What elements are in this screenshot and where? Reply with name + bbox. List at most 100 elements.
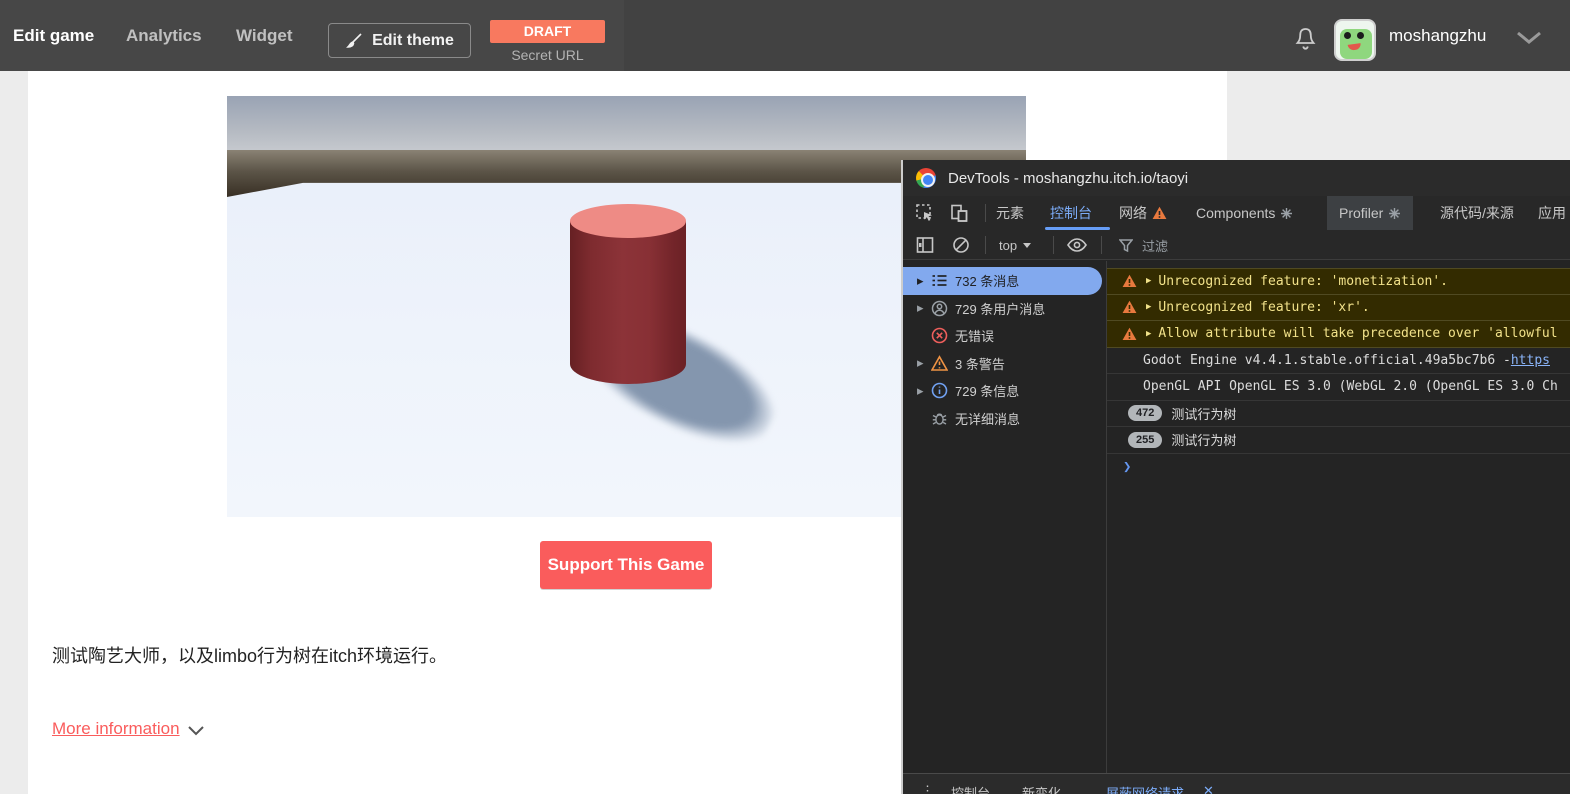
sidebar-item-all-messages[interactable]: ▸ 732 条消息 bbox=[903, 267, 1102, 295]
sidebar-label: 3 条警告 bbox=[955, 354, 1005, 373]
cylinder-body bbox=[570, 220, 686, 384]
devtools-title: DevTools - moshangzhu.itch.io/taoyi bbox=[948, 170, 1188, 187]
console-log-row[interactable]: Godot Engine v4.4.1.stable.official.49a5… bbox=[1107, 348, 1570, 375]
console-counted-row[interactable]: 472 测试行为树 bbox=[1107, 401, 1570, 428]
prompt-chevron-icon: ❯ bbox=[1123, 459, 1131, 475]
toggle-sidebar-icon[interactable] bbox=[915, 235, 935, 255]
tab-sources[interactable]: 源代码/来源 bbox=[1440, 196, 1514, 230]
draft-section: DRAFT Secret URL bbox=[490, 20, 605, 63]
expand-arrow-icon[interactable]: ▸ bbox=[917, 355, 931, 371]
tab-application[interactable]: 应用 bbox=[1538, 196, 1566, 230]
repeat-count-badge: 472 bbox=[1128, 405, 1162, 421]
tab-label: 应用 bbox=[1538, 203, 1566, 223]
log-text: Godot Engine v4.4.1.stable.official.49a5… bbox=[1143, 353, 1511, 368]
list-icon bbox=[931, 272, 948, 289]
console-warning-row[interactable]: ▶ Unrecognized feature: 'xr'. bbox=[1107, 295, 1570, 322]
devtools-tabbar: 元素 控制台 网络 Components bbox=[903, 196, 1570, 230]
user-chevron-down-icon[interactable] bbox=[1516, 31, 1542, 45]
console-warning-row[interactable]: ▶ Allow attribute will take precedence o… bbox=[1107, 321, 1570, 348]
extension-gear-icon bbox=[1280, 207, 1293, 220]
expand-arrow-icon[interactable]: ▶ bbox=[1146, 276, 1151, 286]
sidebar-label: 无错误 bbox=[955, 326, 994, 345]
log-text: 测试行为树 bbox=[1171, 430, 1236, 449]
tab-label: Components bbox=[1196, 205, 1275, 221]
context-label: top bbox=[999, 238, 1017, 253]
username-menu[interactable]: moshangzhu bbox=[1389, 0, 1486, 71]
expand-arrow-icon[interactable]: ▶ bbox=[1146, 302, 1151, 312]
warning-text: Unrecognized feature: 'monetization'. bbox=[1158, 274, 1448, 289]
sidebar-item-verbose[interactable]: 无详细消息 bbox=[903, 405, 1106, 433]
tab-label: 源代码/来源 bbox=[1440, 203, 1514, 223]
notifications-bell-icon[interactable] bbox=[1293, 26, 1318, 54]
more-information-link[interactable]: More information bbox=[52, 719, 180, 739]
drawer-tab-network-blocking[interactable]: 屏蔽网络请求 bbox=[1106, 783, 1184, 794]
support-this-game-button[interactable]: Support This Game bbox=[540, 541, 712, 589]
clear-console-icon[interactable] bbox=[951, 235, 971, 255]
sidebar-item-user-messages[interactable]: ▸ 729 条用户消息 bbox=[903, 295, 1106, 323]
nav-edit-game[interactable]: Edit game bbox=[13, 0, 94, 71]
console-filter-input[interactable]: 过滤 bbox=[1119, 230, 1549, 260]
edit-theme-label: Edit theme bbox=[372, 32, 454, 50]
chrome-icon bbox=[916, 168, 936, 188]
warning-text: Allow attribute will take precedence ove… bbox=[1158, 326, 1557, 341]
extension-gear-icon bbox=[1388, 207, 1401, 220]
sidebar-label: 无详细消息 bbox=[955, 409, 1020, 428]
log-link[interactable]: https bbox=[1511, 353, 1550, 368]
console-body: ▸ 732 条消息 ▸ bbox=[903, 261, 1570, 773]
console-sidebar: ▸ 732 条消息 ▸ bbox=[903, 261, 1107, 773]
edit-theme-button[interactable]: Edit theme bbox=[328, 23, 471, 58]
console-counted-row[interactable]: 255 测试行为树 bbox=[1107, 427, 1570, 454]
expand-arrow-icon[interactable]: ▸ bbox=[917, 383, 931, 399]
divider bbox=[1053, 236, 1054, 254]
console-warning-row[interactable]: ▶ Unrecognized feature: 'monetization'. bbox=[1107, 268, 1570, 295]
log-text: 测试行为树 bbox=[1171, 404, 1236, 423]
filter-funnel-icon bbox=[1119, 239, 1133, 252]
sidebar-label: 732 条消息 bbox=[955, 271, 1019, 290]
tab-label: 控制台 bbox=[1050, 203, 1092, 223]
repeat-count-badge: 255 bbox=[1128, 432, 1162, 448]
drawer-tab-whats-new[interactable]: 新变化 bbox=[1022, 783, 1061, 794]
draft-status-badge: DRAFT bbox=[490, 20, 605, 43]
expand-arrow-icon[interactable]: ▸ bbox=[917, 300, 931, 316]
tab-components[interactable]: Components bbox=[1196, 196, 1293, 230]
info-icon bbox=[931, 382, 948, 399]
more-information: More information bbox=[52, 719, 204, 739]
drawer-menu-dots-icon[interactable]: ⋮ bbox=[921, 783, 934, 794]
devtools-titlebar[interactable]: DevTools - moshangzhu.itch.io/taoyi bbox=[903, 160, 1570, 196]
sidebar-item-errors[interactable]: 无错误 bbox=[903, 322, 1106, 350]
context-selector[interactable]: top bbox=[999, 230, 1031, 260]
console-messages: ▶ Unrecognized feature: 'monetization'. … bbox=[1107, 261, 1570, 773]
tab-profiler[interactable]: Profiler bbox=[1327, 196, 1413, 230]
console-prompt[interactable]: ❯ bbox=[1107, 454, 1570, 481]
secret-url-link[interactable]: Secret URL bbox=[490, 47, 605, 63]
inspect-element-icon[interactable] bbox=[915, 203, 935, 223]
device-toolbar-icon[interactable] bbox=[949, 203, 969, 223]
log-text: OpenGL API OpenGL ES 3.0 (WebGL 2.0 (Ope… bbox=[1143, 379, 1558, 394]
game-description: 测试陶艺大师，以及limbo行为树在itch环境运行。 bbox=[52, 642, 952, 668]
expand-arrow-icon[interactable]: ▶ bbox=[1146, 329, 1151, 339]
warning-text: Unrecognized feature: 'xr'. bbox=[1158, 300, 1369, 315]
console-toolbar: top 过滤 bbox=[903, 230, 1570, 260]
sidebar-item-warnings[interactable]: ▸ 3 条警告 bbox=[903, 350, 1106, 378]
tab-elements[interactable]: 元素 bbox=[996, 196, 1024, 230]
console-log-row[interactable]: OpenGL API OpenGL ES 3.0 (WebGL 2.0 (Ope… bbox=[1107, 374, 1570, 401]
drawer-tab-close-icon[interactable]: ✕ bbox=[1203, 783, 1214, 794]
nav-widget[interactable]: Widget bbox=[236, 0, 293, 71]
tab-label: Profiler bbox=[1339, 205, 1383, 221]
tab-console[interactable]: 控制台 bbox=[1050, 196, 1092, 230]
nav-analytics[interactable]: Analytics bbox=[126, 0, 202, 71]
live-expression-eye-icon[interactable] bbox=[1066, 235, 1086, 255]
devtools-window: DevTools - moshangzhu.itch.io/taoyi 元素 bbox=[901, 160, 1570, 794]
sidebar-item-info[interactable]: ▸ 729 条信息 bbox=[903, 377, 1106, 405]
drawer-tab-console[interactable]: 控制台 bbox=[951, 783, 990, 794]
warning-icon bbox=[931, 355, 948, 372]
expand-arrow-icon[interactable]: ▸ bbox=[917, 273, 931, 289]
tab-network[interactable]: 网络 bbox=[1119, 196, 1167, 230]
sidebar-label: 729 条用户消息 bbox=[955, 299, 1045, 318]
avatar[interactable] bbox=[1334, 19, 1376, 61]
sidebar-label: 729 条信息 bbox=[955, 381, 1019, 400]
network-warning-icon bbox=[1152, 206, 1167, 220]
divider bbox=[985, 204, 986, 222]
cylinder-top bbox=[570, 204, 686, 238]
more-info-chevron-down-icon[interactable] bbox=[188, 726, 204, 736]
